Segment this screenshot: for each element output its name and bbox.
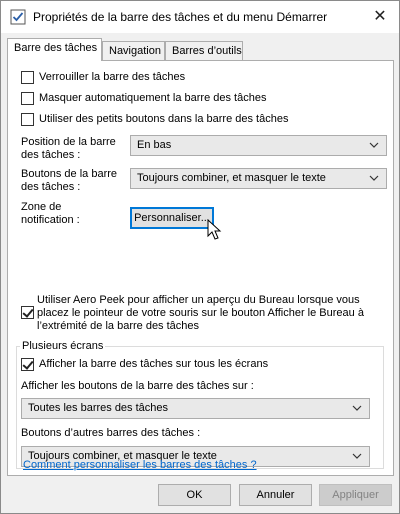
position-select[interactable]: En bas xyxy=(130,135,387,156)
show-buttons-value: Toutes les barres des tâches xyxy=(28,402,169,414)
cancel-button[interactable]: Annuler xyxy=(239,484,312,506)
close-icon: ✕ xyxy=(373,8,387,25)
apply-button[interactable]: Appliquer xyxy=(319,484,392,506)
lock-taskbar-checkbox[interactable] xyxy=(21,71,34,84)
multiple-screens-legend: Plusieurs écrans xyxy=(20,340,106,352)
tab-panel-taskbar: Verrouiller la barre des tâches Masquer … xyxy=(7,60,394,476)
mouse-pointer-icon xyxy=(207,219,222,240)
close-button[interactable]: ✕ xyxy=(363,1,397,31)
position-label-line1: Position de la barre xyxy=(21,136,116,148)
properties-dialog: Propriétés de la barre des tâches et du … xyxy=(0,0,400,514)
chevron-down-icon xyxy=(369,142,379,148)
customize-button-label: Personnaliser... xyxy=(134,212,210,224)
ok-button-label: OK xyxy=(186,489,203,501)
chevron-down-icon xyxy=(352,453,362,459)
lock-taskbar-label[interactable]: Verrouiller la barre des tâches xyxy=(39,71,185,83)
tab-navigation-label: Navigation xyxy=(109,45,161,57)
aero-peek-line1[interactable]: Utiliser Aero Peek pour afficher un aper… xyxy=(37,294,360,306)
other-buttons-label: Boutons d’autres barres des tâches : xyxy=(21,427,201,439)
title-bar[interactable]: Propriétés de la barre des tâches et du … xyxy=(1,1,399,33)
tab-navigation[interactable]: Navigation xyxy=(102,41,165,61)
position-select-value: En bas xyxy=(137,139,172,151)
show-buttons-select[interactable]: Toutes les barres des tâches xyxy=(21,398,370,419)
tab-toolbars-label: Barres d’outils xyxy=(172,45,242,57)
small-buttons-label[interactable]: Utiliser des petits boutons dans la barr… xyxy=(39,113,288,125)
tab-taskbar-label: Barre des tâches xyxy=(14,42,98,54)
combine-label-line1: Boutons de la barre xyxy=(21,168,118,180)
aero-peek-line3[interactable]: l’extrémité de la barre des tâches xyxy=(37,320,199,332)
show-all-screens-label[interactable]: Afficher la barre des tâches sur tous le… xyxy=(39,358,268,370)
dialog-body: Barre des tâches Navigation Barres d’out… xyxy=(1,33,399,513)
show-buttons-label: Afficher les boutons de la barre des tâc… xyxy=(21,380,254,392)
notification-label-line1: Zone de xyxy=(21,201,62,213)
autohide-label[interactable]: Masquer automatiquement la barre des tâc… xyxy=(39,92,266,104)
tab-toolbars[interactable]: Barres d’outils xyxy=(165,41,243,61)
combine-label-line2: des tâches : xyxy=(21,181,81,193)
small-buttons-checkbox[interactable] xyxy=(21,113,34,126)
help-link[interactable]: Comment personnaliser les barres des tâc… xyxy=(23,459,257,471)
chevron-down-icon xyxy=(369,175,379,181)
notification-label-line2: notification : xyxy=(21,214,80,226)
ok-button[interactable]: OK xyxy=(158,484,231,506)
cancel-button-label: Annuler xyxy=(256,489,295,501)
customize-button[interactable]: Personnaliser... xyxy=(130,207,214,229)
combine-buttons-value: Toujours combiner, et masquer le texte xyxy=(137,172,326,184)
combine-buttons-select[interactable]: Toujours combiner, et masquer le texte xyxy=(130,168,387,189)
tab-taskbar[interactable]: Barre des tâches xyxy=(7,38,102,61)
window-title: Propriétés de la barre des tâches et du … xyxy=(33,10,328,24)
apply-button-label: Appliquer xyxy=(332,489,379,501)
aero-peek-line2[interactable]: placez le pointeur de votre souris sur l… xyxy=(37,307,364,319)
show-all-screens-checkbox[interactable] xyxy=(21,358,34,371)
checklist-icon xyxy=(10,9,26,25)
autohide-checkbox[interactable] xyxy=(21,92,34,105)
aero-peek-checkbox[interactable] xyxy=(21,306,34,319)
position-label-line2: des tâches : xyxy=(21,149,81,161)
chevron-down-icon xyxy=(352,405,362,411)
